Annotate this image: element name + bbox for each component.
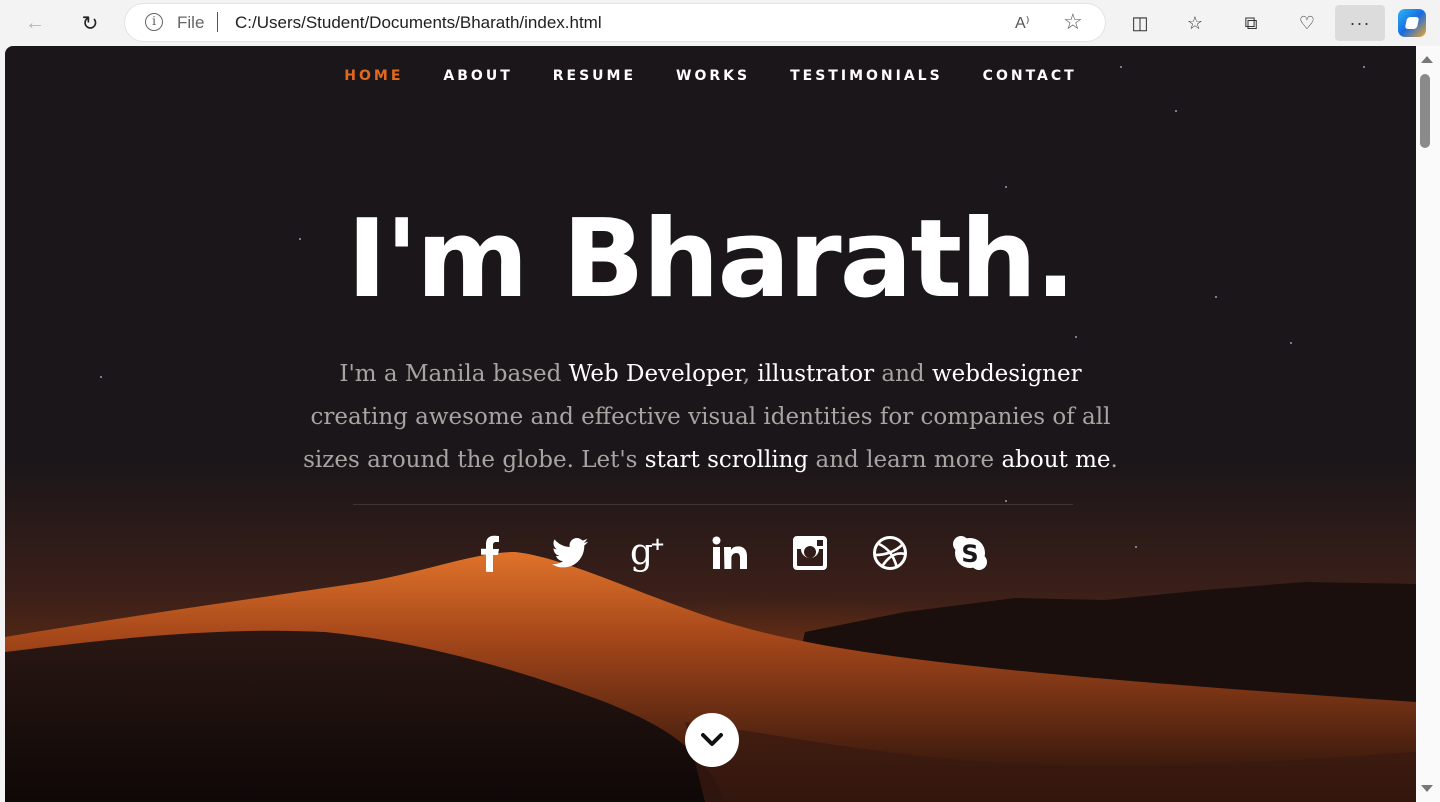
web-developer-highlight: Web Developer (568, 361, 743, 387)
hero-description: I'm a Manila based Web Developer, illust… (288, 353, 1133, 482)
about-me-link[interactable]: about me (1001, 447, 1110, 473)
read-aloud-icon[interactable]: A⁾ (1015, 13, 1030, 33)
nav-home[interactable]: HOME (344, 68, 403, 84)
instagram-icon[interactable] (770, 532, 850, 574)
nav-about[interactable]: ABOUT (443, 68, 512, 84)
start-scrolling-link[interactable]: start scrolling (645, 447, 808, 473)
facebook-icon[interactable] (450, 532, 530, 574)
scrollbar-thumb[interactable] (1420, 74, 1430, 148)
hero-text-part: and (874, 361, 932, 387)
page-viewport: HOME ABOUT RESUME WORKS TESTIMONIALS CON… (5, 46, 1416, 802)
hero-text-part: , (742, 361, 758, 387)
split-screen-icon[interactable]: ◫ (1124, 8, 1156, 38)
webdesigner-highlight: webdesigner (931, 361, 1082, 387)
vertical-scrollbar[interactable] (1416, 46, 1440, 802)
url-text[interactable]: C:/Users/Student/Documents/Bharath/index… (235, 13, 602, 33)
illustrator-highlight: illustrator (757, 361, 875, 387)
more-menu-icon[interactable]: ··· (1335, 5, 1385, 41)
hero-text-part: and learn more (808, 447, 1002, 473)
address-bar[interactable]: i File C:/Users/Student/Documents/Bharat… (125, 4, 1105, 41)
favorite-star-icon[interactable]: ☆ (1063, 9, 1083, 35)
nav-contact[interactable]: CONTACT (983, 68, 1077, 84)
social-links: g + S (450, 532, 1010, 574)
address-separator (217, 12, 218, 32)
nav-testimonials[interactable]: TESTIMONIALS (790, 68, 943, 84)
skype-icon[interactable]: S (930, 532, 1010, 574)
chevron-down-icon (701, 733, 723, 746)
favorites-icon[interactable]: ☆ (1179, 8, 1211, 38)
browser-essentials-icon[interactable]: ♡ (1291, 8, 1323, 38)
svg-text:+: + (650, 534, 665, 555)
collections-icon[interactable]: ⧉ (1235, 8, 1267, 38)
google-plus-icon[interactable]: g + (610, 532, 690, 574)
browser-toolbar: ← ↻ i File C:/Users/Student/Documents/Bh… (0, 0, 1440, 46)
hero-text-part: I'm a Manila based (339, 361, 569, 387)
file-label: File (177, 13, 205, 32)
linkedin-icon[interactable] (690, 532, 770, 574)
nav-works[interactable]: WORKS (676, 68, 750, 84)
scroll-up-arrow-icon[interactable] (1421, 56, 1433, 63)
svg-text:S: S (961, 540, 978, 568)
twitter-icon[interactable] (530, 532, 610, 574)
back-arrow-icon[interactable]: ← (19, 8, 51, 38)
main-nav: HOME ABOUT RESUME WORKS TESTIMONIALS CON… (5, 68, 1416, 84)
hero-title: I'm Bharath. (346, 197, 1076, 322)
divider (353, 504, 1073, 505)
reload-icon[interactable]: ↻ (74, 8, 106, 38)
copilot-icon[interactable] (1398, 9, 1426, 37)
scroll-down-arrow-icon[interactable] (1421, 785, 1433, 792)
dribbble-icon[interactable] (850, 532, 930, 574)
hero-text-part: . (1110, 447, 1118, 473)
nav-resume[interactable]: RESUME (553, 68, 636, 84)
info-icon[interactable]: i (145, 13, 163, 31)
scroll-down-button[interactable] (685, 713, 739, 767)
